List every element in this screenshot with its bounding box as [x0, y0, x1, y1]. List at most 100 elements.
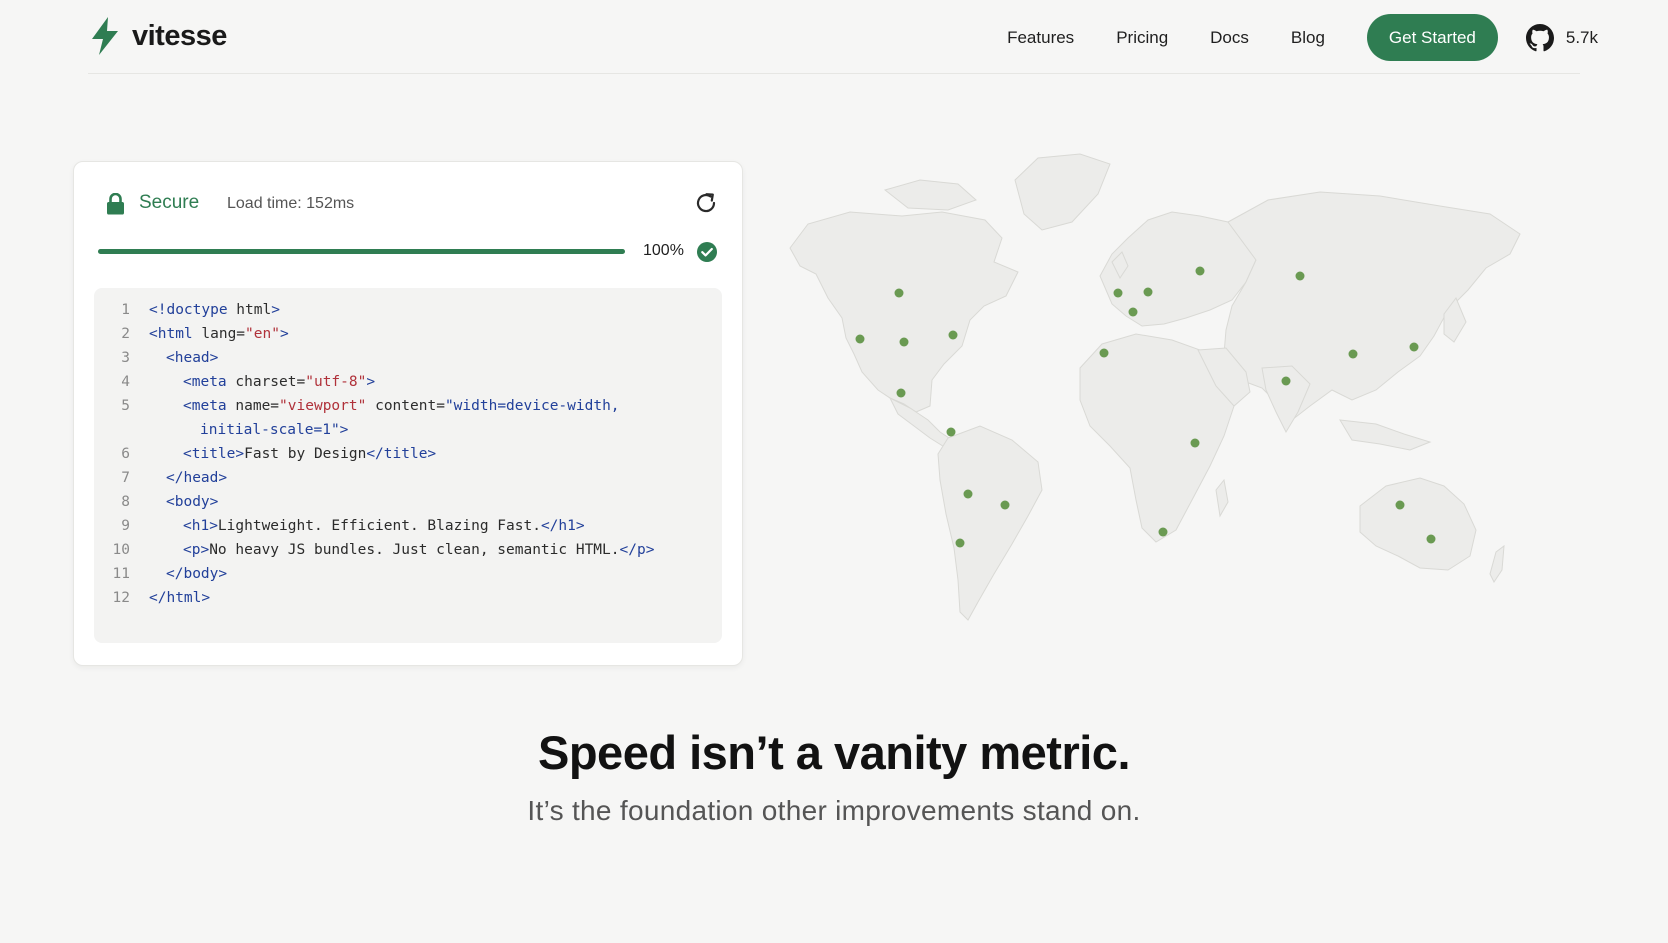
code-text: <head> — [166, 346, 218, 370]
refresh-icon[interactable] — [694, 191, 718, 215]
code-token: > — [279, 326, 289, 342]
get-started-button[interactable]: Get Started — [1366, 14, 1498, 61]
code-token: Fast by Design — [244, 446, 367, 462]
nav-pricing-link[interactable]: Pricing — [1116, 28, 1168, 48]
code-token: <meta — [183, 398, 227, 414]
code-line: 4 <meta charset="utf-8"> — [94, 370, 722, 394]
location-marker — [955, 538, 965, 548]
location-marker — [963, 489, 973, 499]
code-text: <meta charset="utf-8"> — [183, 370, 375, 394]
code-text: <body> — [166, 490, 218, 514]
continents — [789, 153, 1521, 621]
code-token: content= — [366, 398, 445, 414]
location-marker — [1409, 342, 1419, 352]
code-line: 7 </head> — [94, 466, 722, 490]
code-token: <title> — [183, 446, 245, 462]
location-marker — [1158, 527, 1168, 537]
code-line: initial-scale=1"> — [94, 418, 722, 442]
code-token: "en" — [245, 326, 280, 342]
code-token: > — [366, 374, 376, 390]
location-marker — [896, 388, 906, 398]
load-progress-bar — [98, 249, 625, 254]
code-token: </head> — [166, 470, 228, 486]
code-token: <html — [149, 326, 193, 342]
code-token: Lightweight. Efficient. Blazing Fast. — [217, 518, 541, 534]
github-link[interactable]: 5.7k — [1525, 23, 1598, 52]
location-marker — [1099, 348, 1109, 358]
line-number: 5 — [121, 398, 130, 414]
code-token: "viewport" — [279, 398, 367, 414]
location-marker — [1113, 288, 1123, 298]
load-progress-fill — [98, 249, 625, 254]
site-header: vitesse Features Pricing Docs Blog Get S… — [0, 0, 1668, 74]
code-token: </h1> — [540, 518, 585, 534]
brand-logo[interactable]: vitesse — [88, 16, 227, 56]
code-token: <body> — [166, 494, 219, 510]
location-marker — [1295, 271, 1305, 281]
greenland-landmass — [1014, 153, 1111, 231]
code-token: No heavy JS bundles. Just clean, semanti… — [209, 542, 620, 558]
nav-features-link[interactable]: Features — [1007, 28, 1074, 48]
hero-subhead: It’s the foundation other improvements s… — [527, 795, 1141, 826]
code-token: <!doctype — [149, 302, 228, 318]
new-zealand-landmass — [1489, 544, 1505, 583]
browser-preview-card: Secure Load time: 152ms 100% 1 <!doctype … — [73, 161, 743, 666]
code-line: 5 <meta name="viewport" content="width=de… — [94, 394, 722, 418]
check-circle-icon — [697, 242, 717, 262]
north-america-landmass — [789, 211, 1019, 413]
line-number: 2 — [121, 326, 130, 342]
code-block: 1 <!doctype html> 2 <html lang="en"> 3 <head>… — [94, 288, 722, 643]
location-marker — [946, 427, 956, 437]
code-line: 10 <p>No heavy JS bundles. Just clean, se… — [94, 538, 722, 562]
location-marker — [1395, 500, 1405, 510]
world-map — [789, 153, 1521, 621]
line-number: 12 — [112, 590, 130, 606]
code-text: <!doctype html> — [149, 298, 280, 322]
code-token: initial-scale=1"> — [200, 422, 349, 438]
line-number: 7 — [121, 470, 130, 486]
nav-blog-link[interactable]: Blog — [1291, 28, 1325, 48]
code-token: "utf-8" — [305, 374, 367, 390]
se-asia-islands-landmass — [1339, 419, 1432, 451]
line-number: 4 — [121, 374, 130, 390]
brand-name: vitesse — [132, 19, 227, 52]
nav-docs-link[interactable]: Docs — [1210, 28, 1249, 48]
code-line: 3 <head> — [94, 346, 722, 370]
line-number: 11 — [112, 566, 130, 582]
code-token: <p> — [183, 542, 210, 558]
code-text: <meta name="viewport" content="width=dev… — [183, 394, 620, 418]
code-text: initial-scale=1"> — [200, 418, 348, 442]
code-line: 1 <!doctype html> — [94, 298, 722, 322]
code-text: <h1>Lightweight. Efficient. Blazing Fast… — [183, 514, 585, 538]
code-token: </title> — [366, 446, 437, 462]
code-text: <p>No heavy JS bundles. Just clean, sema… — [183, 538, 654, 562]
line-number: 1 — [121, 302, 130, 318]
code-token: <head> — [166, 350, 219, 366]
arctic-islands-landmass — [883, 179, 977, 211]
code-token: charset= — [226, 374, 306, 390]
location-marker — [1000, 500, 1010, 510]
australia-landmass — [1359, 477, 1477, 571]
code-text: </html> — [149, 586, 210, 610]
location-marker — [1426, 534, 1436, 544]
code-text: <title>Fast by Design</title> — [183, 442, 436, 466]
code-text: <html lang="en"> — [149, 322, 289, 346]
github-stars-count: 5.7k — [1565, 27, 1598, 47]
code-token: <h1> — [183, 518, 218, 534]
main-nav: Features Pricing Docs Blog Get Started 5… — [1007, 14, 1598, 61]
line-number: 3 — [121, 350, 130, 366]
hero-headline: Speed isn’t a vanity metric. — [538, 726, 1131, 779]
lock-icon — [107, 193, 124, 215]
code-token: </body> — [166, 566, 228, 582]
location-marker — [1190, 438, 1200, 448]
code-token: name= — [226, 398, 280, 414]
code-text: </body> — [166, 562, 227, 586]
lightning-bolt-icon — [92, 17, 118, 55]
line-number: 8 — [121, 494, 130, 510]
location-marker — [894, 288, 904, 298]
code-line: 12 </html> — [94, 586, 722, 610]
location-marker — [1281, 376, 1291, 386]
progress-percent: 100% — [643, 242, 684, 259]
load-time-text: Load time: 152ms — [227, 195, 355, 212]
code-token: <meta — [183, 374, 227, 390]
